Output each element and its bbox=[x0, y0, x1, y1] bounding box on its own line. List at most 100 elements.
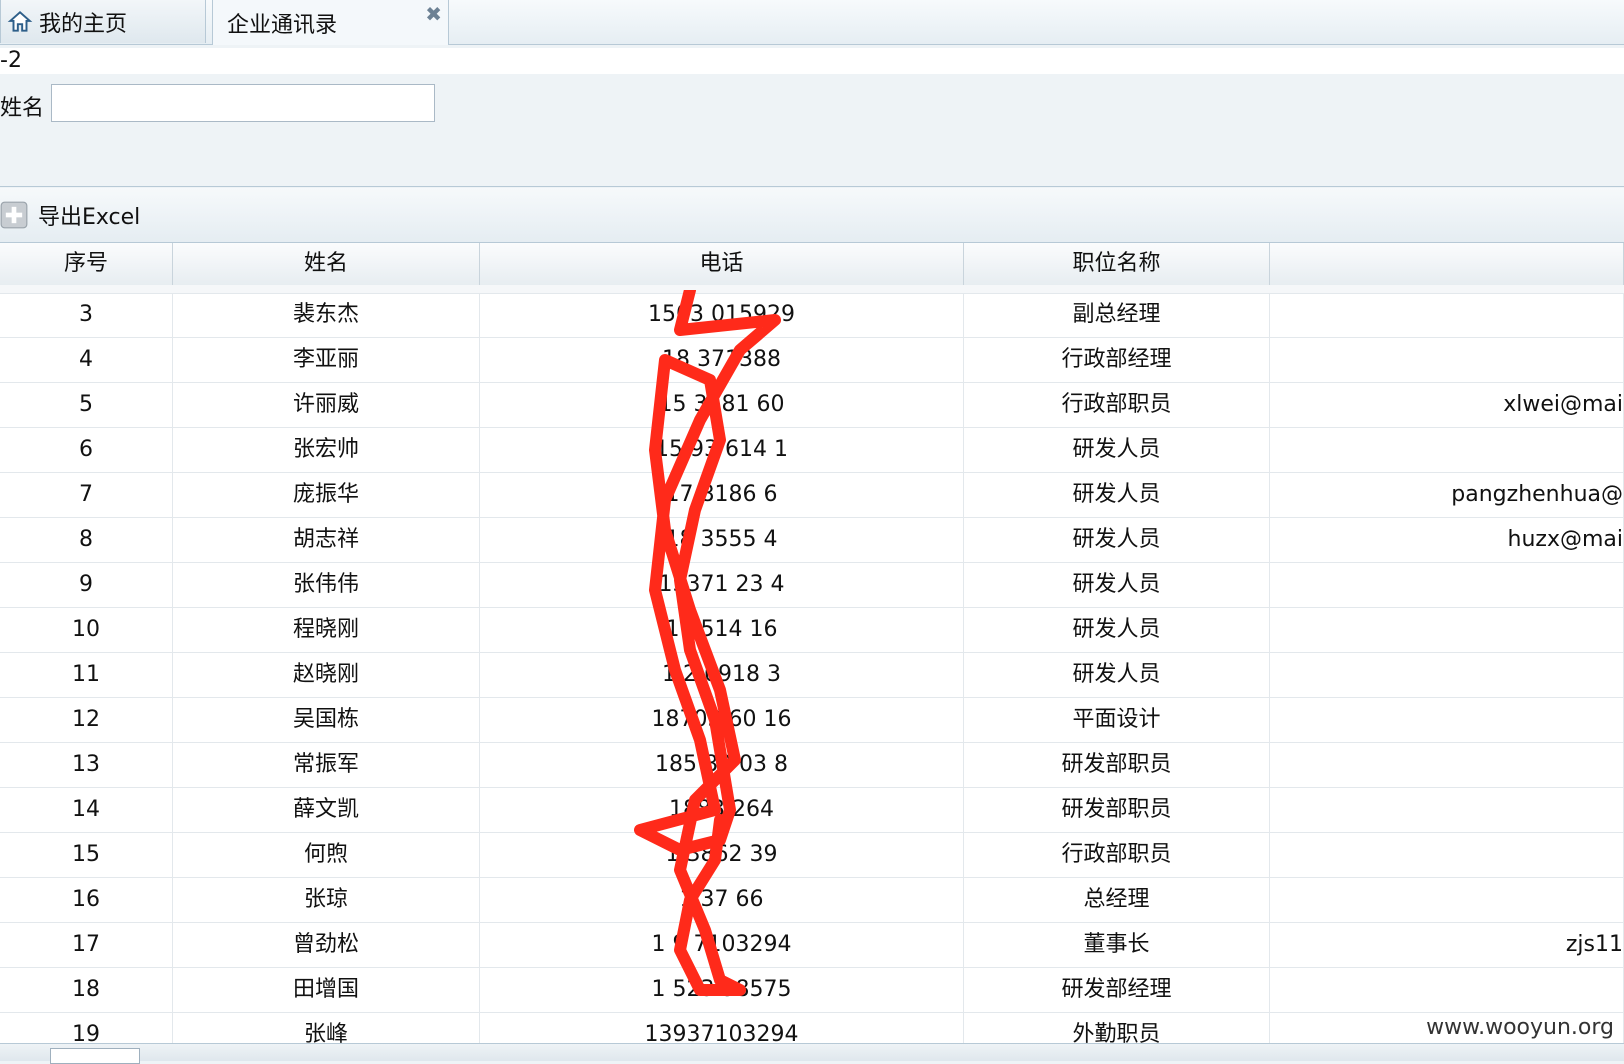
table-row[interactable]: 17 曾劲松 1 9 7103294 董事长 zjs11 bbox=[0, 923, 1624, 968]
cell-name: 赵晓刚 bbox=[173, 653, 480, 697]
page-size-select[interactable] bbox=[50, 1048, 140, 1064]
table-row[interactable]: 11 赵晓刚 1 2 6918 3 研发人员 bbox=[0, 653, 1624, 698]
cell-no: 8 bbox=[0, 518, 173, 562]
cell-email bbox=[1270, 968, 1624, 1012]
cell-title: 董事长 bbox=[964, 923, 1270, 967]
cell-name: 李亚丽 bbox=[173, 338, 480, 382]
cell-name: 田增国 bbox=[173, 968, 480, 1012]
cell-phone: 1 2 6918 3 bbox=[480, 653, 964, 697]
pagination-bar bbox=[0, 1043, 1624, 1064]
cell-name: 薛文凯 bbox=[173, 788, 480, 832]
table-row[interactable]: 12 吴国栋 18703 60 16 平面设计 bbox=[0, 698, 1624, 743]
cell-name: 庞振华 bbox=[173, 473, 480, 517]
toolbar: 导出Excel bbox=[0, 188, 1624, 243]
cell-title: 研发部经理 bbox=[964, 968, 1270, 1012]
cell-name: 张伟伟 bbox=[173, 563, 480, 607]
cell-phone: 15 3781 60 bbox=[480, 383, 964, 427]
cell-title: 行政部职员 bbox=[964, 833, 1270, 877]
cell-phone: 15 93 614 1 bbox=[480, 428, 964, 472]
cell-email: huzx@mai bbox=[1270, 518, 1624, 562]
cell-email: pangzhenhua@ bbox=[1270, 473, 1624, 517]
cell-phone: 1 37 66 bbox=[480, 878, 964, 922]
cell-no: 14 bbox=[0, 788, 173, 832]
name-label: 姓名 bbox=[0, 96, 45, 121]
cell-phone: 17 8186 6 bbox=[480, 473, 964, 517]
query-strip bbox=[0, 48, 1624, 74]
column-header-no[interactable]: 序号 bbox=[0, 243, 173, 285]
cell-phone: 18 3555 4 bbox=[480, 518, 964, 562]
table-row[interactable]: 16 张琼 1 37 66 总经理 bbox=[0, 878, 1624, 923]
tab-bar: 我的主页 企业通讯录 ✖ bbox=[0, 0, 1624, 45]
cell-email: xlwei@mai bbox=[1270, 383, 1624, 427]
export-excel-label: 导出Excel bbox=[38, 205, 141, 230]
table-row[interactable]: 15 何煦 1 3862 39 行政部职员 bbox=[0, 833, 1624, 878]
cell-no: 17 bbox=[0, 923, 173, 967]
column-header-title[interactable]: 职位名称 bbox=[964, 243, 1270, 285]
cell-no: 4 bbox=[0, 338, 173, 382]
cell-phone: 1 0514 16 bbox=[480, 608, 964, 652]
cell-title: 研发部职员 bbox=[964, 788, 1270, 832]
table-row[interactable]: 8 胡志祥 18 3555 4 研发人员 huzx@mai bbox=[0, 518, 1624, 563]
table-row[interactable]: 4 李亚丽 18 371388 行政部经理 bbox=[0, 338, 1624, 383]
cell-no: 6 bbox=[0, 428, 173, 472]
cell-phone: 18 371388 bbox=[480, 338, 964, 382]
tab-address-book[interactable]: 企业通讯录 ✖ bbox=[212, 0, 449, 45]
table-row[interactable]: 18 田增国 1 523 98575 研发部经理 bbox=[0, 968, 1624, 1013]
cell-phone: 1503 015929 bbox=[480, 293, 964, 337]
cell-title: 平面设计 bbox=[964, 698, 1270, 742]
cell-phone: 13937103294 bbox=[480, 1013, 964, 1043]
table-row[interactable]: 7 庞振华 17 8186 6 研发人员 pangzhenhua@ bbox=[0, 473, 1624, 518]
cell-name: 曾劲松 bbox=[173, 923, 480, 967]
table-row[interactable]: 10 程晓刚 1 0514 16 研发人员 bbox=[0, 608, 1624, 653]
home-icon bbox=[7, 10, 33, 32]
cell-no: 9 bbox=[0, 563, 173, 607]
cell-no: 13 bbox=[0, 743, 173, 787]
cell-name: 程晓刚 bbox=[173, 608, 480, 652]
column-header-email[interactable] bbox=[1270, 243, 1624, 285]
export-excel-button[interactable]: 导出Excel bbox=[0, 198, 140, 232]
cell-title: 研发人员 bbox=[964, 428, 1270, 472]
cell-name: 张峰 bbox=[173, 1013, 480, 1043]
tab-home[interactable]: 我的主页 bbox=[0, 0, 206, 43]
cell-email bbox=[1270, 878, 1624, 922]
cell-title: 行政部职员 bbox=[964, 383, 1270, 427]
query-code-text: -2 bbox=[0, 48, 22, 73]
add-icon bbox=[0, 201, 28, 229]
cell-title: 研发人员 bbox=[964, 653, 1270, 697]
cell-name: 胡志祥 bbox=[173, 518, 480, 562]
cell-phone: 1 3862 39 bbox=[480, 833, 964, 877]
cell-phone: 185 80 03 8 bbox=[480, 743, 964, 787]
table-row[interactable]: 5 许丽威 15 3781 60 行政部职员 xlwei@mai bbox=[0, 383, 1624, 428]
cell-title: 研发人员 bbox=[964, 518, 1270, 562]
table-row[interactable]: 3 裴东杰 1503 015929 副总经理 bbox=[0, 293, 1624, 338]
close-icon[interactable]: ✖ bbox=[425, 2, 442, 26]
cell-email bbox=[1270, 788, 1624, 832]
cell-no: 18 bbox=[0, 968, 173, 1012]
name-search-input[interactable] bbox=[51, 84, 435, 122]
cell-no: 11 bbox=[0, 653, 173, 697]
cell-phone: 15371 23 4 bbox=[480, 563, 964, 607]
cell-name: 吴国栋 bbox=[173, 698, 480, 742]
table-row[interactable]: 13 常振军 185 80 03 8 研发部职员 bbox=[0, 743, 1624, 788]
cell-no: 15 bbox=[0, 833, 173, 877]
tab-address-book-label: 企业通讯录 bbox=[227, 12, 338, 38]
table-row[interactable]: 6 张宏帅 15 93 614 1 研发人员 bbox=[0, 428, 1624, 473]
cell-name: 张琼 bbox=[173, 878, 480, 922]
cell-title: 外勤职员 bbox=[964, 1013, 1270, 1043]
table-row[interactable]: 9 张伟伟 15371 23 4 研发人员 bbox=[0, 563, 1624, 608]
column-header-name[interactable]: 姓名 bbox=[173, 243, 480, 285]
cell-no: 7 bbox=[0, 473, 173, 517]
cell-email bbox=[1270, 338, 1624, 382]
cell-no: 16 bbox=[0, 878, 173, 922]
cell-no: 12 bbox=[0, 698, 173, 742]
table-row[interactable]: 14 薛文凯 1883 264 研发部职员 bbox=[0, 788, 1624, 833]
table-row[interactable]: 19 张峰 13937103294 外勤职员 bbox=[0, 1013, 1624, 1043]
cell-email bbox=[1270, 653, 1624, 697]
cell-name: 何煦 bbox=[173, 833, 480, 877]
cell-title: 副总经理 bbox=[964, 293, 1270, 337]
column-header-phone[interactable]: 电话 bbox=[480, 243, 964, 285]
table-header: 序号 姓名 电话 职位名称 bbox=[0, 243, 1624, 286]
cell-title: 研发人员 bbox=[964, 563, 1270, 607]
contacts-table: 序号 姓名 电话 职位名称 3 裴东杰 1503 015929 副总经理 4 李亚丽 18 … bbox=[0, 243, 1624, 1043]
watermark: www.wooyun.org bbox=[1426, 1015, 1614, 1040]
